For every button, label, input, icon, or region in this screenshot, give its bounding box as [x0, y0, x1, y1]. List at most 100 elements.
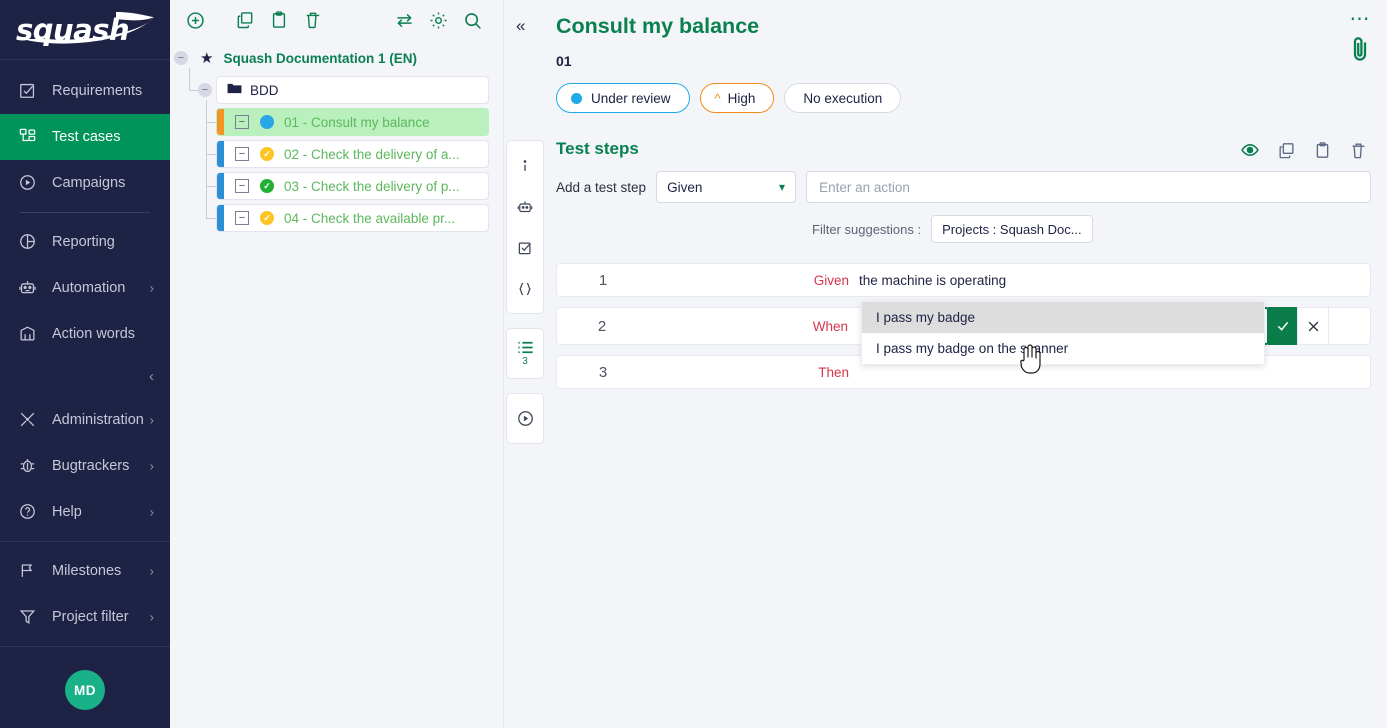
collapse-toggle-icon[interactable]: − [174, 51, 188, 65]
sidebar-item-help[interactable]: Help › [0, 489, 170, 535]
tree-root-row[interactable]: − ★ Squash Documentation 1 (EN) [170, 44, 503, 72]
status-badge[interactable]: Under review [556, 83, 690, 113]
robot-icon [516, 198, 534, 216]
app-logo[interactable]: squash [0, 0, 170, 60]
test-cases-icon [18, 127, 44, 146]
delete-step-button[interactable] [1345, 137, 1371, 163]
tree-folder-card[interactable]: BDD [216, 76, 489, 104]
sidebar-collapse-button[interactable]: ‹ [0, 357, 170, 397]
status-check-icon: ✓ [260, 147, 274, 161]
tree-branch: − [170, 76, 216, 104]
step-number: 2 [556, 318, 648, 335]
execution-badge[interactable]: No execution [784, 83, 901, 113]
sidebar-item-label: Help [52, 504, 82, 520]
parameters-tab[interactable] [507, 268, 543, 309]
action-input[interactable]: Enter an action [806, 171, 1371, 203]
delete-button[interactable] [296, 3, 330, 37]
chevron-right-icon: › [150, 609, 154, 624]
sidebar-item-label: Project filter [52, 609, 129, 625]
sidebar-item-action-words[interactable]: Action words [0, 311, 170, 357]
tree-node-02[interactable]: − ✓ 02 - Check the delivery of a... [216, 140, 489, 168]
test-case-tree-panel: − ★ Squash Documentation 1 (EN) − BDD [170, 0, 504, 728]
flag-icon [18, 561, 44, 580]
sidebar-item-administration[interactable]: Administration › [0, 397, 170, 443]
collapse-tree-button[interactable]: « [516, 16, 525, 36]
more-horizontal-icon[interactable]: ⋯ [1350, 14, 1371, 24]
node-collapse-icon[interactable]: − [235, 115, 249, 129]
test-case-reference: 01 [556, 53, 1371, 69]
status-check-icon: ✓ [260, 211, 274, 225]
funnel-icon [18, 607, 44, 626]
step-number: 1 [557, 272, 649, 289]
sidebar-item-milestones[interactable]: Milestones › [0, 548, 170, 594]
execution-badge-label: No execution [803, 91, 882, 106]
keyword-select-value: Given [667, 180, 702, 195]
collapse-toggle-icon[interactable]: − [198, 83, 212, 97]
tree-node-row[interactable]: − ✓ 04 - Check the available pr... [170, 204, 503, 232]
sidebar-item-campaigns[interactable]: Campaigns [0, 160, 170, 206]
paperclip-icon[interactable] [1349, 34, 1371, 69]
test-steps-header: Test steps [556, 139, 1371, 159]
node-collapse-icon[interactable]: − [235, 179, 249, 193]
tree-folder-row[interactable]: − BDD [170, 76, 503, 104]
detail-tab-rail: 3 [504, 0, 546, 728]
add-node-button[interactable] [178, 3, 212, 37]
sidebar-divider [0, 541, 170, 542]
transfer-button[interactable] [387, 3, 421, 37]
keyword-select[interactable]: Given ▾ [656, 171, 796, 203]
priority-badge-label: High [728, 91, 756, 106]
execution-tab[interactable] [507, 398, 543, 439]
confirm-step-button[interactable] [1268, 307, 1297, 345]
tree-node-04[interactable]: − ✓ 04 - Check the available pr... [216, 204, 489, 232]
tree-root-label: Squash Documentation 1 (EN) [223, 51, 417, 66]
priority-badge[interactable]: ^ High [700, 83, 775, 113]
copy-icon [1277, 141, 1296, 160]
copy-step-button[interactable] [1273, 137, 1299, 163]
paste-button[interactable] [262, 3, 296, 37]
autocomplete-option[interactable]: I pass my badge [862, 302, 1264, 333]
search-icon[interactable] [455, 3, 489, 37]
paste-step-button[interactable] [1309, 137, 1335, 163]
avatar[interactable]: MD [65, 670, 105, 710]
status-badge-label: Under review [591, 91, 671, 106]
sidebar-item-label: Milestones [52, 563, 121, 579]
tree-node-03[interactable]: − ✓ 03 - Check the delivery of p... [216, 172, 489, 200]
autocomplete-option[interactable]: I pass my badge on the scanner [862, 333, 1264, 364]
folder-icon [227, 82, 242, 98]
status-badges: Under review ^ High No execution [556, 83, 1371, 113]
automation-tab[interactable] [507, 186, 543, 227]
tree-node-row[interactable]: − 01 - Consult my balance [170, 108, 503, 136]
filter-suggestions-chip[interactable]: Projects : Squash Doc... [931, 215, 1092, 243]
tree-node-row[interactable]: − ✓ 02 - Check the delivery of a... [170, 140, 503, 168]
sidebar-item-bugtrackers[interactable]: Bugtrackers › [0, 443, 170, 489]
tree-branch [170, 204, 216, 232]
steps-tab[interactable]: 3 [507, 333, 543, 374]
braces-icon [516, 280, 534, 298]
cancel-step-button[interactable] [1297, 307, 1329, 345]
logo-text: squash [16, 13, 129, 47]
sidebar-item-automation[interactable]: Automation › [0, 265, 170, 311]
play-circle-icon [516, 409, 535, 428]
preview-button[interactable] [1237, 137, 1263, 163]
sidebar-item-test-cases[interactable]: Test cases [0, 114, 170, 160]
verified-tab[interactable] [507, 227, 543, 268]
chevron-right-icon: › [150, 458, 154, 473]
sidebar-item-project-filter[interactable]: Project filter › [0, 594, 170, 640]
tree-node-row[interactable]: − ✓ 03 - Check the delivery of p... [170, 172, 503, 200]
node-color-bar [217, 109, 224, 135]
pie-chart-icon [18, 232, 44, 251]
table-row[interactable]: 1 Given the machine is operating [556, 263, 1371, 297]
sidebar-divider [0, 646, 170, 647]
tree-node-01[interactable]: − 01 - Consult my balance [216, 108, 489, 136]
tree-node-label: 01 - Consult my balance [284, 115, 430, 130]
sidebar-item-reporting[interactable]: Reporting [0, 219, 170, 265]
copy-button[interactable] [228, 3, 262, 37]
sidebar-item-requirements[interactable]: Requirements [0, 68, 170, 114]
node-collapse-icon[interactable]: − [235, 211, 249, 225]
gear-icon[interactable] [421, 3, 455, 37]
node-collapse-icon[interactable]: − [235, 147, 249, 161]
page-title: Consult my balance [556, 14, 1371, 39]
info-tab[interactable] [507, 145, 543, 186]
check-icon [1275, 318, 1291, 334]
sidebar-item-label: Administration [52, 412, 144, 428]
